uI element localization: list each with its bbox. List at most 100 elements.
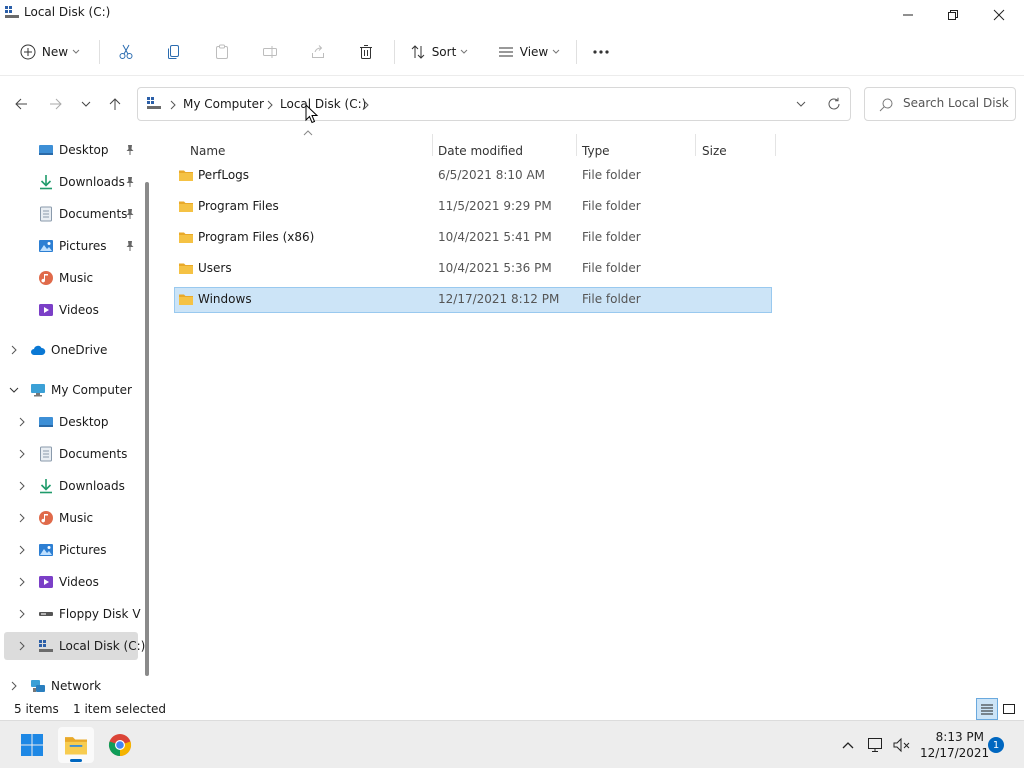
address-bar[interactable]: My Computer Local Disk (C:) xyxy=(137,87,851,121)
pin-icon xyxy=(126,145,134,155)
sidebar-item-label: Music xyxy=(59,271,94,285)
file-name: Program Files xyxy=(198,199,279,213)
sidebar-item-documents[interactable]: Documents xyxy=(0,440,140,468)
breadcrumb-my-computer[interactable]: My Computer xyxy=(183,97,264,111)
show-hidden-icons-button[interactable] xyxy=(838,735,858,755)
sidebar-item-pictures[interactable]: Pictures xyxy=(0,536,140,564)
sidebar-item-label: My Computer xyxy=(51,383,132,397)
file-explorer-taskbar-button[interactable] xyxy=(58,727,94,763)
window-title: Local Disk (C:) xyxy=(24,5,111,19)
rename-button[interactable] xyxy=(254,36,286,68)
file-type: File folder xyxy=(582,292,641,306)
column-header-date-modified[interactable]: Date modified xyxy=(438,136,523,166)
arrow-right-icon xyxy=(50,98,62,110)
sidebar-item-network[interactable]: Network xyxy=(0,672,140,700)
plus-circle-icon xyxy=(20,44,36,60)
sidebar-item-music[interactable]: Music xyxy=(0,504,140,532)
chevron-down-icon[interactable] xyxy=(8,384,20,396)
forward-button[interactable] xyxy=(44,92,68,116)
sidebar-item-desktop-quick[interactable]: Desktop xyxy=(0,136,140,164)
videos-icon xyxy=(39,304,53,316)
file-type: File folder xyxy=(582,230,641,244)
address-row: My Computer Local Disk (C:) xyxy=(0,76,1024,130)
search-box[interactable] xyxy=(864,87,1016,121)
restore-button[interactable] xyxy=(930,0,976,30)
sidebar-item-videos[interactable]: Videos xyxy=(0,568,140,596)
column-divider[interactable] xyxy=(576,134,577,156)
chrome-taskbar-button[interactable] xyxy=(102,727,138,763)
sidebar-item-music-quick[interactable]: Music xyxy=(0,264,140,292)
paste-button[interactable] xyxy=(206,36,238,68)
table-row[interactable]: PerfLogs 6/5/2021 8:10 AM File folder xyxy=(174,163,772,189)
chevron-right-icon[interactable] xyxy=(8,680,20,692)
downloads-icon xyxy=(40,175,52,190)
sidebar-item-onedrive[interactable]: OneDrive xyxy=(0,336,140,364)
view-button[interactable]: View xyxy=(492,36,566,68)
column-divider[interactable] xyxy=(695,134,696,156)
sidebar-item-downloads[interactable]: Downloads xyxy=(0,472,140,500)
start-button[interactable] xyxy=(14,727,50,763)
table-row[interactable]: Users 10/4/2021 5:36 PM File folder xyxy=(174,256,772,282)
sidebar-item-videos-quick[interactable]: Videos xyxy=(0,296,140,324)
up-button[interactable] xyxy=(103,92,127,116)
column-header-type[interactable]: Type xyxy=(582,136,610,166)
sidebar-item-documents-quick[interactable]: Documents xyxy=(0,200,140,228)
volume-button[interactable] xyxy=(892,735,912,755)
refresh-icon[interactable] xyxy=(827,97,841,111)
sidebar-item-floppy-disk[interactable]: Floppy Disk V1( xyxy=(0,600,141,628)
copy-icon xyxy=(168,45,179,59)
sidebar-item-label: Local Disk (C:) xyxy=(59,639,146,653)
column-header-size[interactable]: Size xyxy=(702,136,727,166)
cut-button[interactable] xyxy=(110,36,142,68)
sidebar-item-label: Network xyxy=(51,679,102,693)
recent-locations-button[interactable] xyxy=(74,92,98,116)
sidebar-item-desktop[interactable]: Desktop xyxy=(0,408,140,436)
music-icon xyxy=(39,271,53,285)
breadcrumb-local-disk[interactable]: Local Disk (C:) xyxy=(280,97,366,111)
search-input[interactable] xyxy=(903,96,1011,110)
sidebar-item-pictures-quick[interactable]: Pictures xyxy=(0,232,140,260)
column-divider[interactable] xyxy=(775,134,776,156)
share-button[interactable] xyxy=(302,36,334,68)
chevron-right-icon[interactable] xyxy=(16,608,28,620)
chevron-right-icon[interactable] xyxy=(16,448,28,460)
sidebar-item-label: Floppy Disk V1( xyxy=(59,607,141,621)
column-header-name[interactable]: Name xyxy=(190,136,225,166)
network-status-button[interactable] xyxy=(866,735,886,755)
column-divider[interactable] xyxy=(432,134,433,156)
chevron-down-icon[interactable] xyxy=(796,101,806,107)
chevron-right-icon[interactable] xyxy=(8,344,20,356)
sidebar-item-label: Music xyxy=(59,511,94,525)
back-button[interactable] xyxy=(9,92,33,116)
delete-button[interactable] xyxy=(350,36,382,68)
sidebar-item-local-disk[interactable]: Local Disk (C:) xyxy=(4,632,145,660)
minimize-button[interactable] xyxy=(885,0,931,30)
chevron-right-icon[interactable] xyxy=(16,576,28,588)
chevron-right-icon[interactable] xyxy=(16,416,28,428)
taskbar-clock[interactable]: 8:13 PM 12/17/2021 xyxy=(920,729,989,761)
chevron-right-icon[interactable] xyxy=(16,512,28,524)
chevron-right-icon[interactable] xyxy=(16,544,28,556)
chevron-right-icon[interactable] xyxy=(16,640,28,652)
tiles-view-button[interactable] xyxy=(998,698,1020,720)
windows-logo-icon xyxy=(21,734,43,756)
copy-button[interactable] xyxy=(158,36,190,68)
table-row[interactable]: Program Files 11/5/2021 9:29 PM File fol… xyxy=(174,194,772,220)
title-bar: Local Disk (C:) xyxy=(0,0,1024,30)
chevron-right-icon[interactable] xyxy=(16,480,28,492)
folder-icon xyxy=(179,263,193,274)
sidebar-item-downloads-quick[interactable]: Downloads xyxy=(0,168,140,196)
sort-button[interactable]: Sort xyxy=(404,36,474,68)
close-button[interactable] xyxy=(976,0,1022,30)
new-button[interactable]: New xyxy=(14,36,86,68)
sidebar-scrollbar[interactable] xyxy=(145,182,149,676)
notification-badge[interactable]: 1 xyxy=(988,737,1004,753)
table-row[interactable]: Program Files (x86) 10/4/2021 5:41 PM Fi… xyxy=(174,225,772,251)
sidebar-item-my-computer[interactable]: My Computer xyxy=(0,376,140,404)
table-row-selected[interactable]: Windows 12/17/2021 8:12 PM File folder xyxy=(174,287,772,313)
sort-icon xyxy=(411,45,425,59)
taskbar: 8:13 PM 12/17/2021 1 xyxy=(0,720,1024,768)
details-view-button[interactable] xyxy=(976,698,998,720)
navigation-pane: Desktop Downloads Documents Pictures Mus… xyxy=(0,130,156,698)
more-options-button[interactable] xyxy=(585,36,617,68)
